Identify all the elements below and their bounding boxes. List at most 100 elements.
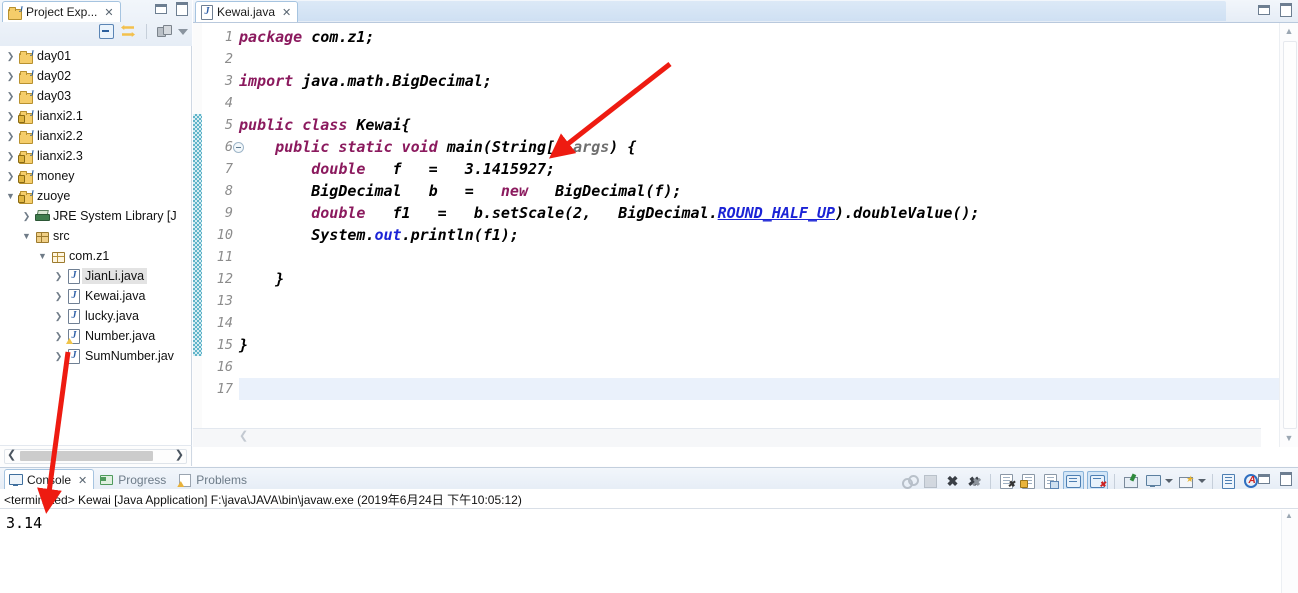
code-line-16[interactable] — [239, 356, 1298, 378]
console-vscrollbar[interactable]: ▲ — [1281, 510, 1298, 593]
open-console-icon[interactable]: ★ — [1176, 472, 1195, 490]
chevron-down-icon[interactable]: ▼ — [20, 231, 33, 241]
scroll-lock-icon[interactable] — [1019, 472, 1038, 490]
editor-hscrollbar[interactable]: ❮ — [193, 428, 1261, 447]
project-tree[interactable]: ❯ Jday01 ❯ Jday02 ❯ Jday03 ❯ Jlianxi2.1 ❯ Jlianxi… — [0, 46, 192, 446]
code-line-8[interactable]: BigDecimal b = new BigDecimal(f); — [239, 180, 1298, 202]
tree-item-lucky-java[interactable]: ❯ lucky.java — [0, 306, 191, 326]
chevron-right-icon[interactable]: ❯ — [52, 331, 65, 342]
tree-item-jre-system-library-j[interactable]: ❯ JRE System Library [J — [0, 206, 191, 226]
scroll-left-icon[interactable]: ❮ — [239, 429, 248, 442]
code-line-12[interactable]: } — [239, 268, 1298, 290]
chevron-right-icon[interactable]: ❯ — [4, 151, 17, 162]
close-icon[interactable]: ✕ — [104, 6, 113, 19]
project-explorer-hscrollbar[interactable]: ❮ ❯ — [0, 445, 192, 466]
code-line-3[interactable]: import java.math.BigDecimal; — [239, 70, 1298, 92]
code-line-14[interactable] — [239, 312, 1298, 334]
code-line-1[interactable]: package com.z1; — [239, 26, 1298, 48]
terminate-all-icon[interactable] — [899, 472, 919, 490]
open-console-dropdown[interactable] — [1198, 479, 1206, 483]
close-icon[interactable]: ✕ — [78, 474, 87, 487]
view-menu-icon[interactable] — [157, 25, 172, 38]
code-text-area[interactable]: package com.z1; import java.math.BigDecim… — [239, 23, 1298, 447]
maximize-icon[interactable] — [175, 2, 188, 16]
maximize-icon[interactable] — [1279, 472, 1292, 486]
remove-launch-icon[interactable] — [921, 472, 940, 490]
minimize-icon[interactable] — [1257, 472, 1270, 484]
pin-console-icon[interactable] — [1121, 472, 1140, 490]
console-tabs[interactable]: Console ✕ Progress Problems — [4, 469, 253, 490]
chevron-right-icon[interactable]: ❯ — [52, 351, 65, 362]
tree-item-money[interactable]: ❯ Jmoney — [0, 166, 191, 186]
chevron-right-icon[interactable]: ❯ — [4, 111, 17, 122]
hscroll-thumb[interactable] — [20, 451, 153, 461]
console-tab-console[interactable]: Console ✕ — [4, 469, 95, 490]
scroll-right-icon[interactable]: ❯ — [175, 448, 184, 461]
tree-item-src[interactable]: ▼ src — [0, 226, 191, 246]
remove-all-terminated-icon[interactable]: ✖ — [943, 472, 962, 490]
project-explorer-tab[interactable]: J Project Exp... ✕ — [2, 1, 121, 22]
scroll-left-icon[interactable]: ❮ — [7, 448, 16, 461]
console-tab-progress[interactable]: Progress — [96, 470, 172, 490]
chevron-right-icon[interactable]: ❯ — [52, 311, 65, 322]
close-icon[interactable]: ✕ — [282, 6, 291, 19]
word-wrap-icon[interactable] — [1041, 472, 1060, 490]
chevron-right-icon[interactable]: ❯ — [4, 171, 17, 182]
chevron-right-icon[interactable]: ❯ — [4, 51, 17, 62]
code-line-9[interactable]: double f1 = b.setScale(2, BigDecimal.ROU… — [239, 202, 1298, 224]
tree-item-lianxi2-1[interactable]: ❯ Jlianxi2.1 — [0, 106, 191, 126]
editor-vscrollbar[interactable]: ▲ ▼ — [1279, 23, 1298, 447]
chevron-right-icon[interactable]: ❯ — [52, 271, 65, 282]
clear-console-icon[interactable]: ✖ — [997, 472, 1016, 490]
code-line-10[interactable]: System.out.println(f1); — [239, 224, 1298, 246]
minimize-icon[interactable] — [154, 2, 167, 14]
collapse-all-icon[interactable] — [99, 24, 114, 39]
maximize-icon[interactable] — [1279, 3, 1292, 17]
link-with-editor-icon[interactable] — [121, 25, 136, 38]
tree-item-com-z1[interactable]: ▼ com.z1 — [0, 246, 191, 266]
tree-item-day01[interactable]: ❯ Jday01 — [0, 46, 191, 66]
scroll-down-icon[interactable]: ▼ — [1280, 430, 1298, 447]
new-console-view-icon[interactable] — [1219, 472, 1238, 490]
code-line-17[interactable] — [239, 378, 1298, 400]
chevron-down-icon[interactable]: ▼ — [36, 251, 49, 261]
display-selected-console-icon[interactable] — [1143, 472, 1162, 490]
tree-item-lianxi2-3[interactable]: ❯ Jlianxi2.3 — [0, 146, 191, 166]
vscroll-thumb[interactable] — [1283, 41, 1297, 429]
editor-tab-kewai[interactable]: Kewai.java ✕ — [195, 1, 299, 22]
scroll-up-icon[interactable]: ▲ — [1280, 23, 1298, 40]
code-line-6[interactable]: public static void main(String[] args) { — [239, 136, 1298, 158]
tree-item-sumnumber-jav[interactable]: ❯ SumNumber.jav — [0, 346, 191, 366]
show-console-on-output-icon[interactable] — [1063, 471, 1084, 491]
view-dropdown-icon[interactable] — [178, 28, 188, 35]
tree-item-day02[interactable]: ❯ Jday02 — [0, 66, 191, 86]
chevron-right-icon[interactable]: ❯ — [20, 211, 33, 222]
code-line-7[interactable]: double f = 3.1415927; — [239, 158, 1298, 180]
display-selected-console-dropdown[interactable] — [1165, 479, 1173, 483]
console-output[interactable]: 3.14 — [0, 510, 1280, 593]
chevron-right-icon[interactable]: ❯ — [4, 131, 17, 142]
show-console-on-error-icon[interactable]: ✖ — [1087, 471, 1108, 491]
code-line-13[interactable] — [239, 290, 1298, 312]
chevron-right-icon[interactable]: ❯ — [4, 71, 17, 82]
code-line-4[interactable] — [239, 92, 1298, 114]
tree-item-jianli-java[interactable]: ❯ JianLi.java — [0, 266, 191, 286]
code-line-5[interactable]: public class Kewai{ — [239, 114, 1298, 136]
code-line-2[interactable] — [239, 48, 1298, 70]
tree-item-kewai-java[interactable]: ❯ Kewai.java — [0, 286, 191, 306]
chevron-down-icon[interactable]: ▼ — [4, 191, 17, 201]
editor-body[interactable]: 1 2 3 4 5 6 7 8 9 10 11 12 13 14 15 16 17 package com.z1… — [193, 22, 1298, 447]
fold-collapse-icon[interactable] — [233, 142, 244, 153]
scroll-up-icon[interactable]: ▲ — [1285, 511, 1293, 520]
tree-item-day03[interactable]: ❯ Jday03 — [0, 86, 191, 106]
tree-item-number-java[interactable]: ❯ Number.java — [0, 326, 191, 346]
chevron-right-icon[interactable]: ❯ — [52, 291, 65, 302]
code-line-11[interactable] — [239, 246, 1298, 268]
console-tab-problems[interactable]: Problems — [174, 470, 253, 490]
minimize-icon[interactable] — [1257, 3, 1270, 15]
remove-all-icon[interactable]: ✖ ✖ — [965, 472, 984, 490]
chevron-right-icon[interactable]: ❯ — [4, 91, 17, 102]
tree-item-zuoye[interactable]: ▼ Jzuoye — [0, 186, 191, 206]
tree-item-lianxi2-2[interactable]: ❯ Jlianxi2.2 — [0, 126, 191, 146]
code-line-15[interactable]: } — [239, 334, 1298, 356]
